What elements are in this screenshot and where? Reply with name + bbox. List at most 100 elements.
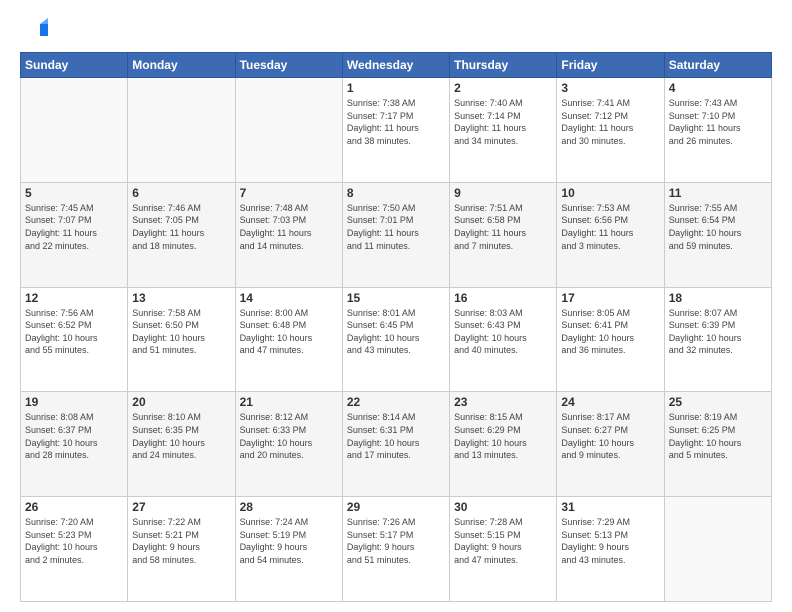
calendar-week-row: 19 Sunrise: 8:08 AM Sunset: 6:37 PM Dayli… [21, 392, 772, 497]
day-number: 22 [347, 395, 445, 409]
calendar-cell: 29Sunrise: 7:26 AM Sunset: 5:17 PM Dayli… [342, 497, 449, 602]
day-number: 2 [454, 81, 552, 95]
day-info: Sunrise: 7:41 AM Sunset: 7:12 PM Dayligh… [561, 97, 659, 147]
calendar-week-row: 1 Sunrise: 7:38 AM Sunset: 7:17 PM Daylig… [21, 78, 772, 183]
day-info: Sunrise: 7:28 AM Sunset: 5:15 PM Dayligh… [454, 516, 552, 566]
day-info: Sunrise: 8:07 AM Sunset: 6:39 PM Dayligh… [669, 307, 767, 357]
day-info: Sunrise: 7:29 AM Sunset: 5:13 PM Dayligh… [561, 516, 659, 566]
day-info: Sunrise: 7:53 AM Sunset: 6:56 PM Dayligh… [561, 202, 659, 252]
calendar-cell: 6Sunrise: 7:46 AM Sunset: 7:05 PM Daylig… [128, 182, 235, 287]
day-number: 17 [561, 291, 659, 305]
calendar-cell: 3 Sunrise: 7:41 AM Sunset: 7:12 PM Daylig… [557, 78, 664, 183]
calendar-header-saturday: Saturday [664, 53, 771, 78]
calendar-week-row: 12 Sunrise: 7:56 AM Sunset: 6:52 PM Dayli… [21, 287, 772, 392]
day-info: Sunrise: 7:56 AM Sunset: 6:52 PM Dayligh… [25, 307, 123, 357]
calendar-header-sunday: Sunday [21, 53, 128, 78]
calendar-cell: 12 Sunrise: 7:56 AM Sunset: 6:52 PM Dayli… [21, 287, 128, 392]
day-number: 19 [25, 395, 123, 409]
day-info: Sunrise: 7:24 AM Sunset: 5:19 PM Dayligh… [240, 516, 338, 566]
calendar-cell: 22Sunrise: 8:14 AM Sunset: 6:31 PM Dayli… [342, 392, 449, 497]
day-number: 13 [132, 291, 230, 305]
day-number: 11 [669, 186, 767, 200]
calendar-cell: 15 Sunrise: 8:01 AM Sunset: 6:45 PM Dayli… [342, 287, 449, 392]
day-number: 4 [669, 81, 767, 95]
calendar-cell: 17 Sunrise: 8:05 AM Sunset: 6:41 PM Dayli… [557, 287, 664, 392]
day-info: Sunrise: 7:58 AM Sunset: 6:50 PM Dayligh… [132, 307, 230, 357]
day-number: 5 [25, 186, 123, 200]
day-info: Sunrise: 7:50 AM Sunset: 7:01 PM Dayligh… [347, 202, 445, 252]
day-number: 1 [347, 81, 445, 95]
day-info: Sunrise: 7:40 AM Sunset: 7:14 PM Dayligh… [454, 97, 552, 147]
day-number: 27 [132, 500, 230, 514]
day-number: 3 [561, 81, 659, 95]
day-info: Sunrise: 7:38 AM Sunset: 7:17 PM Dayligh… [347, 97, 445, 147]
calendar-cell: 27 Sunrise: 7:22 AM Sunset: 5:21 PM Dayli… [128, 497, 235, 602]
day-number: 26 [25, 500, 123, 514]
calendar-cell: 14Sunrise: 8:00 AM Sunset: 6:48 PM Dayli… [235, 287, 342, 392]
day-number: 10 [561, 186, 659, 200]
calendar-table: SundayMondayTuesdayWednesdayThursdayFrid… [20, 52, 772, 602]
day-info: Sunrise: 8:00 AM Sunset: 6:48 PM Dayligh… [240, 307, 338, 357]
day-info: Sunrise: 7:26 AM Sunset: 5:17 PM Dayligh… [347, 516, 445, 566]
calendar-week-row: 5 Sunrise: 7:45 AM Sunset: 7:07 PM Daylig… [21, 182, 772, 287]
day-number: 6 [132, 186, 230, 200]
calendar-cell: 21 Sunrise: 8:12 AM Sunset: 6:33 PM Dayli… [235, 392, 342, 497]
calendar-header-monday: Monday [128, 53, 235, 78]
calendar-cell [21, 78, 128, 183]
calendar-cell: 25 Sunrise: 8:19 AM Sunset: 6:25 PM Dayli… [664, 392, 771, 497]
day-number: 23 [454, 395, 552, 409]
day-info: Sunrise: 7:43 AM Sunset: 7:10 PM Dayligh… [669, 97, 767, 147]
day-number: 12 [25, 291, 123, 305]
day-number: 7 [240, 186, 338, 200]
day-info: Sunrise: 8:17 AM Sunset: 6:27 PM Dayligh… [561, 411, 659, 461]
day-number: 9 [454, 186, 552, 200]
day-info: Sunrise: 7:22 AM Sunset: 5:21 PM Dayligh… [132, 516, 230, 566]
calendar-header-row: SundayMondayTuesdayWednesdayThursdayFrid… [21, 53, 772, 78]
calendar-cell: 19 Sunrise: 8:08 AM Sunset: 6:37 PM Dayli… [21, 392, 128, 497]
calendar-cell: 26 Sunrise: 7:20 AM Sunset: 5:23 PM Dayli… [21, 497, 128, 602]
day-info: Sunrise: 7:45 AM Sunset: 7:07 PM Dayligh… [25, 202, 123, 252]
day-info: Sunrise: 8:01 AM Sunset: 6:45 PM Dayligh… [347, 307, 445, 357]
header [20, 16, 772, 44]
day-info: Sunrise: 7:20 AM Sunset: 5:23 PM Dayligh… [25, 516, 123, 566]
calendar-cell: 28Sunrise: 7:24 AM Sunset: 5:19 PM Dayli… [235, 497, 342, 602]
calendar-cell: 30 Sunrise: 7:28 AM Sunset: 5:15 PM Dayli… [450, 497, 557, 602]
calendar-cell: 11Sunrise: 7:55 AM Sunset: 6:54 PM Dayli… [664, 182, 771, 287]
day-number: 15 [347, 291, 445, 305]
calendar-cell: 7 Sunrise: 7:48 AM Sunset: 7:03 PM Daylig… [235, 182, 342, 287]
day-number: 30 [454, 500, 552, 514]
calendar-header-thursday: Thursday [450, 53, 557, 78]
calendar-cell: 10 Sunrise: 7:53 AM Sunset: 6:56 PM Dayli… [557, 182, 664, 287]
calendar-cell: 31 Sunrise: 7:29 AM Sunset: 5:13 PM Dayli… [557, 497, 664, 602]
day-number: 31 [561, 500, 659, 514]
day-info: Sunrise: 8:12 AM Sunset: 6:33 PM Dayligh… [240, 411, 338, 461]
day-number: 25 [669, 395, 767, 409]
day-number: 21 [240, 395, 338, 409]
day-info: Sunrise: 7:48 AM Sunset: 7:03 PM Dayligh… [240, 202, 338, 252]
calendar-cell: 1 Sunrise: 7:38 AM Sunset: 7:17 PM Daylig… [342, 78, 449, 183]
day-info: Sunrise: 7:51 AM Sunset: 6:58 PM Dayligh… [454, 202, 552, 252]
day-info: Sunrise: 8:05 AM Sunset: 6:41 PM Dayligh… [561, 307, 659, 357]
calendar-cell: 8 Sunrise: 7:50 AM Sunset: 7:01 PM Daylig… [342, 182, 449, 287]
day-number: 18 [669, 291, 767, 305]
calendar-cell [128, 78, 235, 183]
calendar-header-friday: Friday [557, 53, 664, 78]
day-number: 24 [561, 395, 659, 409]
calendar-cell: 20 Sunrise: 8:10 AM Sunset: 6:35 PM Dayli… [128, 392, 235, 497]
calendar-cell: 9 Sunrise: 7:51 AM Sunset: 6:58 PM Daylig… [450, 182, 557, 287]
calendar-cell: 24 Sunrise: 8:17 AM Sunset: 6:27 PM Dayli… [557, 392, 664, 497]
day-info: Sunrise: 8:08 AM Sunset: 6:37 PM Dayligh… [25, 411, 123, 461]
calendar-cell [235, 78, 342, 183]
day-info: Sunrise: 8:10 AM Sunset: 6:35 PM Dayligh… [132, 411, 230, 461]
calendar-cell: 18 Sunrise: 8:07 AM Sunset: 6:39 PM Dayli… [664, 287, 771, 392]
day-number: 20 [132, 395, 230, 409]
calendar-week-row: 26 Sunrise: 7:20 AM Sunset: 5:23 PM Dayli… [21, 497, 772, 602]
calendar-cell: 13 Sunrise: 7:58 AM Sunset: 6:50 PM Dayli… [128, 287, 235, 392]
calendar-cell: 4 Sunrise: 7:43 AM Sunset: 7:10 PM Daylig… [664, 78, 771, 183]
logo [20, 16, 52, 44]
calendar-cell: 2 Sunrise: 7:40 AM Sunset: 7:14 PM Daylig… [450, 78, 557, 183]
day-number: 8 [347, 186, 445, 200]
calendar-header-wednesday: Wednesday [342, 53, 449, 78]
calendar-cell: 5 Sunrise: 7:45 AM Sunset: 7:07 PM Daylig… [21, 182, 128, 287]
day-info: Sunrise: 8:19 AM Sunset: 6:25 PM Dayligh… [669, 411, 767, 461]
